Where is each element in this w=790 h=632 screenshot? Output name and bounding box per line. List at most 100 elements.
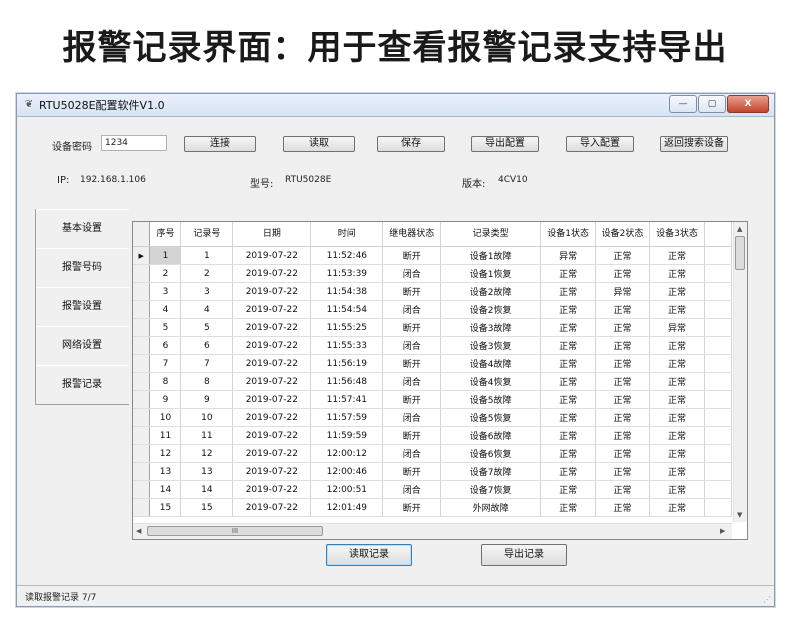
cell-rec[interactable]: 7 (180, 354, 234, 373)
cell-rec[interactable]: 13 (180, 462, 234, 481)
table-row[interactable]: 12 12 2019-07-22 12:00:12 闭合 设备6恢复 正常 正常 正常 (133, 444, 732, 463)
horizontal-scrollbar[interactable]: ◀ III ▶ (133, 523, 732, 539)
cell-d2[interactable]: 正常 (595, 498, 650, 517)
cell-time[interactable]: 12:00:51 (310, 480, 384, 499)
cell-d1[interactable]: 正常 (540, 390, 597, 409)
cell-date[interactable]: 2019-07-22 (232, 408, 312, 427)
cell-rec[interactable]: 1 (180, 246, 234, 265)
cell-type[interactable]: 设备2恢复 (440, 300, 542, 319)
title-bar[interactable]: ❦ RTU5028E配置软件V1.0 — ▢ X (17, 94, 774, 117)
cell-d3[interactable]: 正常 (649, 426, 705, 445)
cell-type[interactable]: 设备5故障 (440, 390, 542, 409)
table-row[interactable]: 5 5 2019-07-22 11:55:25 断开 设备3故障 正常 正常 异常 (133, 318, 732, 337)
cell-relay[interactable]: 闭合 (382, 300, 442, 319)
cell-d1[interactable]: 正常 (540, 408, 597, 427)
cell-d2[interactable]: 正常 (595, 480, 650, 499)
cell-rec[interactable]: 11 (180, 426, 234, 445)
cell-relay[interactable]: 闭合 (382, 336, 442, 355)
cell-time[interactable]: 12:00:46 (310, 462, 384, 481)
cell-no[interactable]: 6 (149, 336, 182, 355)
cell-relay[interactable]: 闭合 (382, 444, 442, 463)
cell-date[interactable]: 2019-07-22 (232, 246, 312, 265)
table-row[interactable]: ▶ 1 1 2019-07-22 11:52:46 断开 设备1故障 异常 正常 正常 (133, 246, 732, 265)
cell-date[interactable]: 2019-07-22 (232, 390, 312, 409)
cell-relay[interactable]: 断开 (382, 498, 442, 517)
cell-d3[interactable]: 正常 (649, 336, 705, 355)
cell-rec[interactable]: 12 (180, 444, 234, 463)
cell-rec[interactable]: 9 (180, 390, 234, 409)
cell-d1[interactable]: 正常 (540, 318, 597, 337)
cell-rec[interactable]: 2 (180, 264, 234, 283)
cell-rec[interactable]: 6 (180, 336, 234, 355)
row-header-cell[interactable] (133, 318, 151, 337)
cell-type[interactable]: 设备1故障 (440, 246, 542, 265)
cell-date[interactable]: 2019-07-22 (232, 426, 312, 445)
row-header-cell[interactable] (133, 282, 151, 301)
cell-type[interactable]: 设备7恢复 (440, 480, 542, 499)
cell-rec[interactable]: 10 (180, 408, 234, 427)
cell-d3[interactable]: 正常 (649, 246, 705, 265)
read-records-button[interactable]: 读取记录 (326, 544, 412, 566)
cell-relay[interactable]: 断开 (382, 462, 442, 481)
col-header-date[interactable]: 日期 (232, 222, 312, 247)
table-row[interactable]: 7 7 2019-07-22 11:56:19 断开 设备4故障 正常 正常 正常 (133, 354, 732, 373)
cell-d2[interactable]: 正常 (595, 354, 650, 373)
cell-no[interactable]: 12 (149, 444, 182, 463)
cell-d2[interactable]: 正常 (595, 372, 650, 391)
cell-time[interactable]: 12:00:12 (310, 444, 384, 463)
cell-d2[interactable]: 正常 (595, 264, 650, 283)
table-row[interactable]: 2 2 2019-07-22 11:53:39 闭合 设备1恢复 正常 正常 正常 (133, 264, 732, 283)
cell-type[interactable]: 设备3恢复 (440, 336, 542, 355)
cell-d2[interactable]: 正常 (595, 426, 650, 445)
cell-d1[interactable]: 正常 (540, 444, 597, 463)
col-header-dev3[interactable]: 设备3状态 (649, 222, 705, 247)
cell-d3[interactable]: 正常 (649, 390, 705, 409)
cell-rec[interactable]: 15 (180, 498, 234, 517)
table-row[interactable]: 10 10 2019-07-22 11:57:59 闭合 设备5恢复 正常 正常 正常 (133, 408, 732, 427)
cell-type[interactable]: 设备7故障 (440, 462, 542, 481)
cell-relay[interactable]: 断开 (382, 354, 442, 373)
table-row[interactable]: 15 15 2019-07-22 12:01:49 断开 外网故障 正常 正常 正常 (133, 498, 732, 517)
cell-no[interactable]: 4 (149, 300, 182, 319)
table-row[interactable]: 4 4 2019-07-22 11:54:54 闭合 设备2恢复 正常 正常 正常 (133, 300, 732, 319)
cell-d3[interactable]: 异常 (649, 318, 705, 337)
cell-date[interactable]: 2019-07-22 (232, 318, 312, 337)
cell-type[interactable]: 设备4恢复 (440, 372, 542, 391)
scroll-right-icon[interactable]: ▶ (720, 526, 725, 536)
cell-d3[interactable]: 正常 (649, 264, 705, 283)
vertical-scroll-thumb[interactable] (735, 236, 745, 270)
cell-no[interactable]: 9 (149, 390, 182, 409)
cell-no[interactable]: 13 (149, 462, 182, 481)
table-row[interactable]: 14 14 2019-07-22 12:00:51 闭合 设备7恢复 正常 正常 正常 (133, 480, 732, 499)
cell-relay[interactable]: 断开 (382, 246, 442, 265)
cell-type[interactable]: 设备6恢复 (440, 444, 542, 463)
row-header-cell[interactable] (133, 300, 151, 319)
table-row[interactable]: 11 11 2019-07-22 11:59:59 断开 设备6故障 正常 正常 正常 (133, 426, 732, 445)
cell-rec[interactable]: 5 (180, 318, 234, 337)
cell-rec[interactable]: 4 (180, 300, 234, 319)
cell-d3[interactable]: 正常 (649, 372, 705, 391)
col-header-dev1[interactable]: 设备1状态 (540, 222, 597, 247)
cell-d3[interactable]: 正常 (649, 498, 705, 517)
cell-d3[interactable]: 正常 (649, 354, 705, 373)
table-row[interactable]: 8 8 2019-07-22 11:56:48 闭合 设备4恢复 正常 正常 正常 (133, 372, 732, 391)
records-grid[interactable]: 序号 记录号 日期 时间 继电器状态 记录类型 设备1状态 设备2状态 设备3状… (132, 221, 748, 540)
row-header-cell[interactable] (133, 498, 151, 517)
cell-relay[interactable]: 断开 (382, 318, 442, 337)
cell-time[interactable]: 11:57:59 (310, 408, 384, 427)
vertical-scrollbar[interactable]: ▲ ▼ (733, 222, 747, 522)
cell-relay[interactable]: 断开 (382, 282, 442, 301)
cell-relay[interactable]: 闭合 (382, 372, 442, 391)
cell-date[interactable]: 2019-07-22 (232, 264, 312, 283)
table-row[interactable]: 6 6 2019-07-22 11:55:33 闭合 设备3恢复 正常 正常 正常 (133, 336, 732, 355)
cell-type[interactable]: 设备4故障 (440, 354, 542, 373)
table-row[interactable]: 13 13 2019-07-22 12:00:46 断开 设备7故障 正常 正常 正常 (133, 462, 732, 481)
save-button[interactable]: 保存 (377, 136, 445, 152)
resize-grip-icon[interactable]: ⋰ (763, 596, 771, 604)
scroll-left-icon[interactable]: ◀ (136, 526, 141, 536)
cell-date[interactable]: 2019-07-22 (232, 282, 312, 301)
cell-no[interactable]: 10 (149, 408, 182, 427)
cell-time[interactable]: 11:56:48 (310, 372, 384, 391)
cell-d2[interactable]: 正常 (595, 318, 650, 337)
cell-date[interactable]: 2019-07-22 (232, 336, 312, 355)
